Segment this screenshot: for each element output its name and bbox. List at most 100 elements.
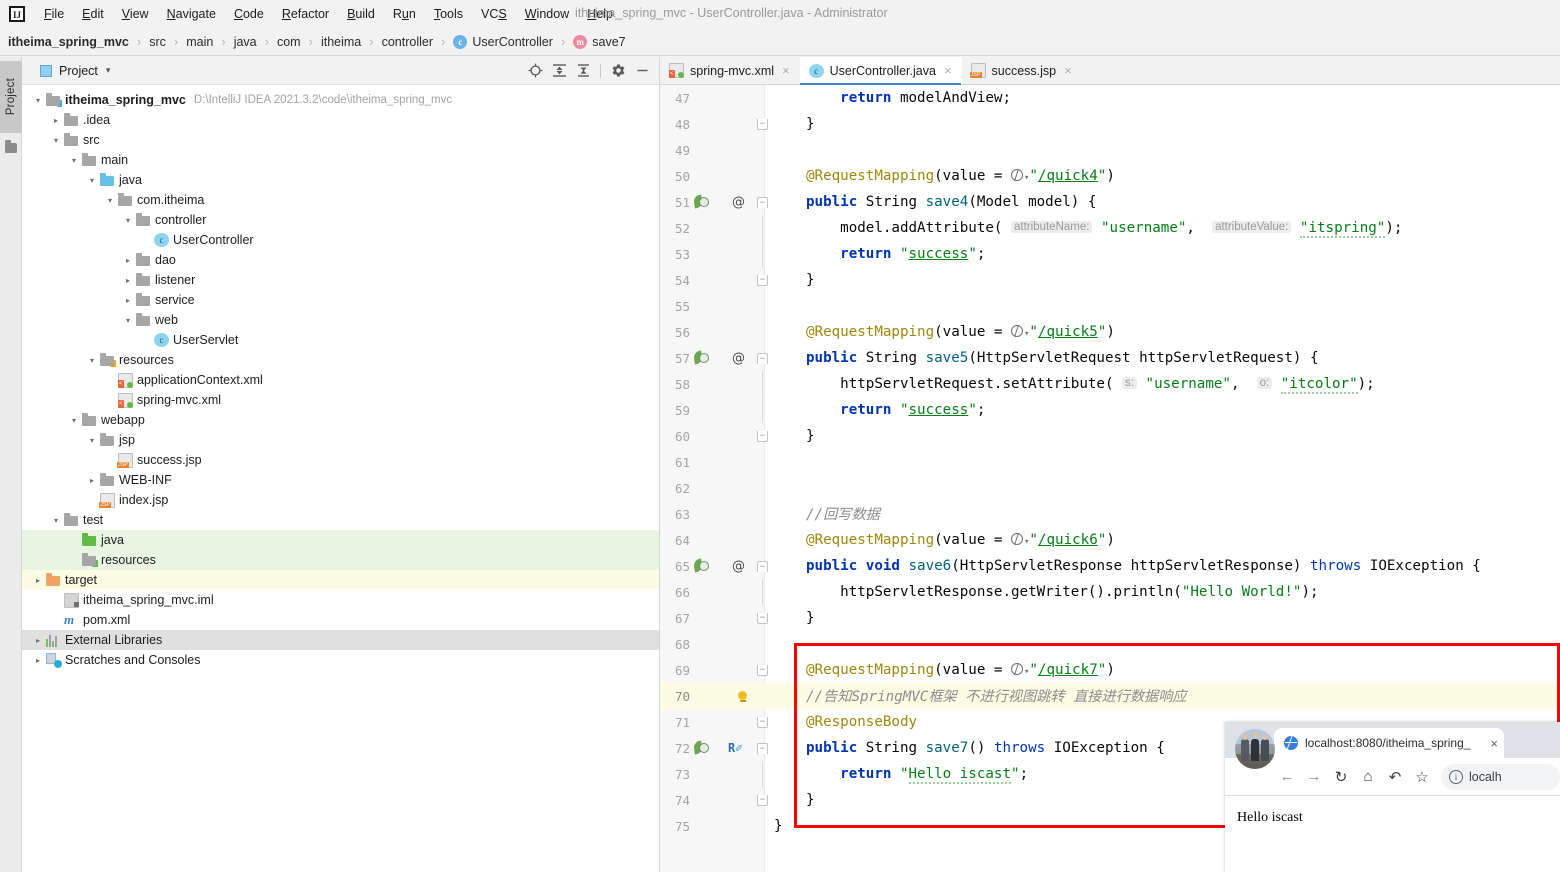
annotation-gutter-icon[interactable]: @ — [732, 351, 745, 366]
breadcrumb-item-save7[interactable]: m save7 — [571, 34, 627, 50]
menu-item-refactor[interactable]: Refactor — [273, 4, 338, 24]
tree-node[interactable]: ▸ service — [22, 290, 659, 310]
menu-item-file[interactable]: File — [35, 4, 73, 24]
code-line[interactable]: 64 @RequestMapping(value = ▾"/quick6") — [660, 527, 1560, 553]
menu-item-navigate[interactable]: Navigate — [158, 4, 225, 24]
tree-node[interactable]: ▸ listener — [22, 270, 659, 290]
tree-node[interactable]: c UserController — [22, 230, 659, 250]
tree-node[interactable]: ▾ web — [22, 310, 659, 330]
breadcrumb-item-usercontroller[interactable]: c UserController — [451, 34, 555, 50]
chevron-down-icon[interactable]: ▾ — [122, 314, 134, 326]
chevron-down-icon[interactable]: ▾ — [122, 214, 134, 226]
breadcrumb-item-main[interactable]: main — [184, 34, 215, 50]
code-fold-icon[interactable]: − — [757, 560, 768, 572]
reload-icon[interactable]: ↻ — [1331, 767, 1351, 787]
menu-item-tools[interactable]: Tools — [425, 4, 472, 24]
code-line[interactable]: 52 model.addAttribute( attributeName: "u… — [660, 215, 1560, 241]
breadcrumb-item-java[interactable]: java — [232, 34, 259, 50]
close-icon[interactable]: × — [782, 63, 790, 78]
close-icon[interactable]: × — [1490, 736, 1498, 751]
chevron-right-icon[interactable]: ▸ — [50, 114, 62, 126]
chevron-down-icon[interactable]: ▾ — [86, 434, 98, 446]
menu-item-code[interactable]: Code — [225, 4, 273, 24]
editor-tab-spring-mvc-xml[interactable]: < spring-mvc.xml × — [660, 57, 800, 84]
profile-avatar[interactable] — [1235, 729, 1275, 769]
tree-node[interactable]: ▾ webapp — [22, 410, 659, 430]
code-fold-icon[interactable]: − — [757, 742, 768, 754]
chevron-down-icon[interactable]: ▾ — [68, 154, 80, 166]
browser-window[interactable]: localhost:8080/itheima_spring_ × ← → ↻ ⌂… — [1225, 722, 1560, 872]
tree-node[interactable]: ▸ Scratches and Consoles — [22, 650, 659, 670]
code-line[interactable]: 47 return modelAndView; — [660, 85, 1560, 111]
forward-icon[interactable]: → — [1304, 767, 1324, 787]
menu-item-run[interactable]: Run — [384, 4, 425, 24]
chevron-right-icon[interactable]: ▸ — [122, 294, 134, 306]
tree-node[interactable]: ▸ target — [22, 570, 659, 590]
code-fold-icon[interactable]: − — [757, 352, 768, 364]
sidebar-item-project[interactable]: Project — [0, 61, 22, 133]
annotation-gutter-icon[interactable]: @ — [732, 195, 745, 210]
chevron-right-icon[interactable]: ▸ — [122, 254, 134, 266]
code-line[interactable]: 70 //告知SpringMVC框架 不进行视图跳转 直接进行数据响应 — [660, 683, 1560, 709]
tree-node[interactable]: ▾ test — [22, 510, 659, 530]
code-line[interactable]: 68 — [660, 631, 1560, 657]
spring-bean-gutter-icon[interactable] — [693, 740, 710, 756]
chevron-down-icon[interactable]: ▾ — [86, 354, 98, 366]
tree-node[interactable]: java — [22, 530, 659, 550]
code-line[interactable]: 48 −} — [660, 111, 1560, 137]
code-fold-icon[interactable]: − — [757, 430, 768, 442]
code-line[interactable]: 61 — [660, 449, 1560, 475]
code-line[interactable]: 56 @RequestMapping(value = ▾"/quick5") — [660, 319, 1560, 345]
close-icon[interactable]: × — [1064, 63, 1072, 78]
code-line[interactable]: 62 — [660, 475, 1560, 501]
locate-icon[interactable] — [524, 60, 546, 82]
chevron-down-icon[interactable]: ▾ — [104, 194, 116, 206]
tree-node[interactable]: c UserServlet — [22, 330, 659, 350]
tree-node[interactable]: resources — [22, 550, 659, 570]
code-fold-icon[interactable]: − — [757, 664, 768, 676]
chevron-down-icon[interactable]: ▾ — [106, 65, 111, 76]
menu-item-build[interactable]: Build — [338, 4, 384, 24]
tree-node[interactable]: ▸ dao — [22, 250, 659, 270]
tree-node[interactable]: < applicationContext.xml — [22, 370, 659, 390]
code-line[interactable]: 67 −} — [660, 605, 1560, 631]
chevron-right-icon[interactable]: ▸ — [32, 654, 44, 666]
tree-node[interactable]: ▸ External Libraries — [22, 630, 659, 650]
breadcrumb-item-controller[interactable]: controller — [380, 34, 435, 50]
tree-node[interactable]: ▾ controller — [22, 210, 659, 230]
menu-item-vcs[interactable]: VCS — [472, 4, 516, 24]
breadcrumb-item-itheima-spring-mvc[interactable]: itheima_spring_mvc — [6, 34, 131, 50]
tree-node[interactable]: JSP success.jsp — [22, 450, 659, 470]
chevron-down-icon[interactable]: ▾ — [50, 514, 62, 526]
tree-node[interactable]: ▾ jsp — [22, 430, 659, 450]
history-icon[interactable]: ↶ — [1385, 767, 1405, 787]
close-icon[interactable]: × — [944, 63, 952, 78]
back-icon[interactable]: ← — [1277, 767, 1297, 787]
tree-node[interactable]: ▸ WEB-INF — [22, 470, 659, 490]
code-fold-icon[interactable]: − — [757, 118, 768, 130]
code-line[interactable]: 59 return "success"; — [660, 397, 1560, 423]
home-icon[interactable]: ⌂ — [1358, 767, 1378, 787]
tree-node[interactable]: ▾ java — [22, 170, 659, 190]
editor-tab-success-jsp[interactable]: JSP success.jsp × — [962, 57, 1082, 84]
code-line[interactable]: 54 −} — [660, 267, 1560, 293]
code-line[interactable]: 57 @ − public String save5(HttpServletReque… — [660, 345, 1560, 371]
code-line[interactable]: 58 httpServletRequest.setAttribute( s: "… — [660, 371, 1560, 397]
code-line[interactable]: 60 −} — [660, 423, 1560, 449]
code-fold-icon[interactable]: − — [757, 716, 768, 728]
code-line[interactable]: 55 — [660, 293, 1560, 319]
tree-node[interactable]: ▾ itheima_spring_mvc D:\IntelliJ IDEA 2021… — [22, 90, 659, 110]
chevron-down-icon[interactable]: ▾ — [32, 94, 44, 106]
code-line[interactable]: 49 — [660, 137, 1560, 163]
spring-bean-gutter-icon[interactable] — [693, 194, 710, 210]
bookmark-star-icon[interactable]: ☆ — [1412, 767, 1432, 787]
chevron-right-icon[interactable]: ▸ — [32, 634, 44, 646]
code-line[interactable]: 65 @ − public void save6(HttpServletRespons… — [660, 553, 1560, 579]
breadcrumb-item-itheima[interactable]: itheima — [319, 34, 363, 50]
menu-item-window[interactable]: Window — [516, 4, 578, 24]
tree-node[interactable]: JSP index.jsp — [22, 490, 659, 510]
breadcrumb-item-com[interactable]: com — [275, 34, 303, 50]
spring-bean-gutter-icon[interactable] — [693, 558, 710, 574]
breadcrumb-item-src[interactable]: src — [147, 34, 168, 50]
address-bar[interactable]: i localh — [1441, 763, 1560, 790]
